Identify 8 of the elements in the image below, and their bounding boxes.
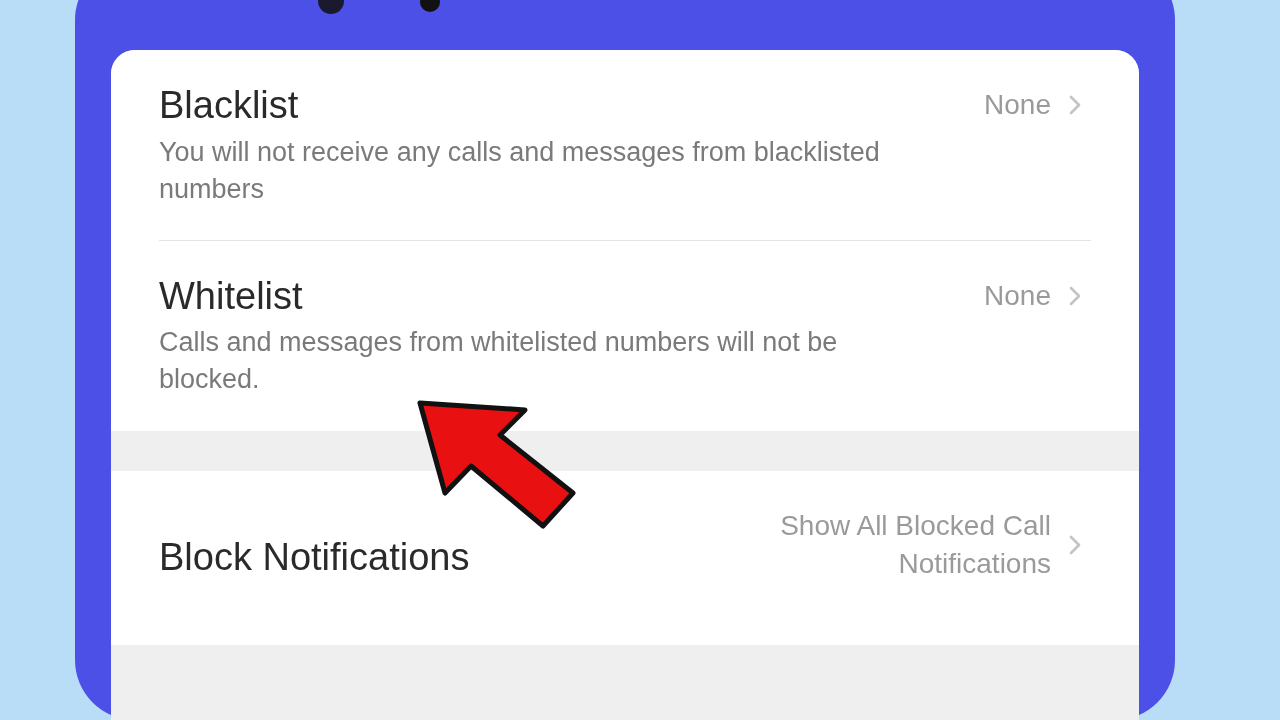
setting-title: Whitelist: [159, 273, 304, 319]
setting-value-button[interactable]: Show All Blocked Call Notifications: [761, 502, 1091, 584]
setting-value-button[interactable]: None: [984, 272, 1091, 316]
setting-description: You will not receive any calls and messages from blacklisted numbers: [159, 135, 881, 206]
setting-title: Blacklist: [159, 83, 300, 128]
setting-description: Calls and messages from whitelisted numbers will not be blocked.: [159, 326, 839, 397]
setting-title: Block Notifications: [159, 534, 471, 580]
setting-value-button[interactable]: None: [984, 82, 1091, 125]
